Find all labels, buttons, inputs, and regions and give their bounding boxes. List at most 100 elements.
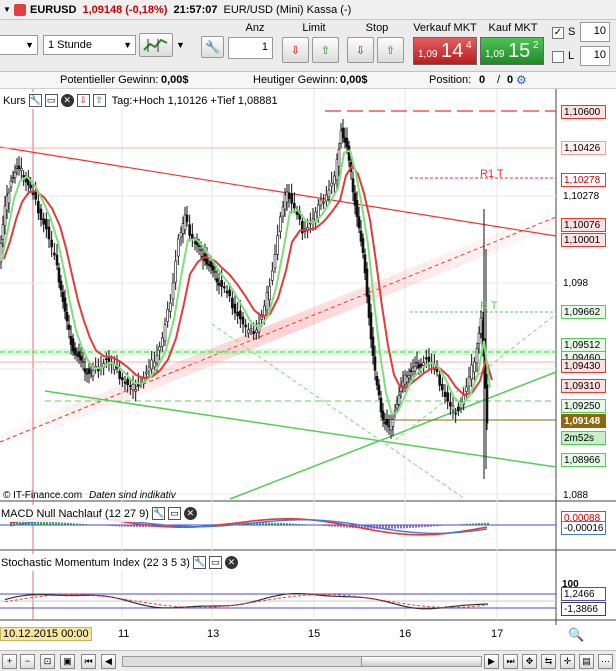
l-value-input[interactable]: 10	[580, 46, 610, 66]
s-label: S	[568, 26, 576, 38]
sell-market-button[interactable]: 1,09 14 4	[413, 37, 477, 65]
price-box-resistance: 1,10600	[561, 105, 606, 119]
buy-arrow-icon[interactable]: ⇧	[92, 94, 106, 107]
price-box-09430: 1,09430	[561, 359, 606, 373]
scroll-end-icon[interactable]: ⏭	[503, 654, 518, 669]
candle-body	[34, 191, 37, 200]
candle-body	[225, 290, 229, 294]
macd-bar	[385, 525, 387, 529]
buy-market-button[interactable]: 1,09 15 2	[480, 37, 544, 65]
candle-body	[205, 257, 209, 265]
zoom-icon[interactable]: 🔍	[568, 627, 584, 643]
main-panel-title: Kurs	[3, 94, 26, 107]
period-select[interactable]: ▼	[0, 35, 38, 55]
close-icon[interactable]: ✕	[224, 556, 238, 569]
candle-body	[231, 297, 234, 309]
price-box-08966: 1,08966	[561, 453, 606, 467]
wrench-icon[interactable]: 🔧	[192, 556, 206, 569]
candle-body	[188, 224, 191, 236]
chevron-down-icon[interactable]: ▼	[176, 40, 185, 50]
candle-body	[322, 201, 325, 204]
close-icon[interactable]: ✕	[183, 507, 197, 520]
candle-body	[311, 218, 315, 223]
zoom-out-icon[interactable]: −	[20, 654, 35, 669]
time-label-17: 17	[491, 628, 504, 640]
settings-gear-icon[interactable]: ⚙	[516, 73, 527, 87]
candle-body	[126, 379, 129, 385]
price-box-r1: 1,10278	[561, 173, 606, 187]
today-profit-label: Heutiger Gewinn:	[253, 74, 338, 86]
candle-body	[357, 216, 361, 229]
settings-button[interactable]: 🔧	[201, 36, 224, 58]
window-icon[interactable]: ▭	[44, 94, 58, 107]
candle-body	[273, 254, 277, 269]
limit-buy-button[interactable]: ⇧	[312, 37, 339, 63]
candle-body	[233, 303, 237, 314]
zoom-reset-icon[interactable]: ⊡	[40, 654, 55, 669]
wrench-icon[interactable]: 🔧	[28, 94, 42, 107]
chart-area[interactable]: 1,10278 1,098 1,088 100 R1 T R T © IT-Fi…	[0, 89, 616, 625]
candle-body	[239, 310, 242, 320]
lock-icon[interactable]: ▤	[579, 654, 594, 669]
stop-buy-button[interactable]: ⇧	[377, 37, 404, 63]
candle-body	[123, 381, 127, 384]
sell-arrow-icon[interactable]: ⇩	[76, 94, 90, 107]
timeframe-select[interactable]: 1 Stunde ▼	[43, 35, 136, 55]
more-icon[interactable]: ⋯	[598, 654, 613, 669]
stop-sell-button[interactable]: ⇩	[347, 37, 374, 63]
candle-body	[381, 410, 385, 421]
candle-body	[413, 366, 417, 372]
window-icon[interactable]: ▭	[167, 507, 181, 520]
candle-body	[425, 357, 428, 360]
candle-body	[287, 192, 291, 199]
stop-sell-icon: ⇩	[355, 44, 366, 57]
limit-checkbox[interactable]	[552, 51, 564, 63]
candle-body	[438, 374, 441, 386]
watermark-text: © IT-Finance.com	[3, 490, 82, 501]
zoom-in-icon[interactable]: +	[2, 654, 17, 669]
day-range-text: Tag:+Hoch 1,10126 +Tief 1,08881	[111, 94, 278, 107]
horizontal-scrollbar[interactable]	[122, 656, 482, 667]
candle-body	[17, 165, 21, 169]
scrollbar-thumb[interactable]	[361, 657, 481, 666]
candle-body	[236, 311, 239, 317]
candle-body	[314, 211, 317, 221]
candle-body	[63, 297, 67, 312]
candle-body	[13, 172, 17, 178]
chart-type-button[interactable]	[139, 33, 173, 57]
axis-label-1088: 1,088	[563, 490, 588, 501]
candle-body	[166, 309, 169, 322]
limit-sell-button[interactable]: ⇩	[282, 37, 309, 63]
auto-scroll-icon[interactable]: ⇆	[541, 654, 556, 669]
quantity-input[interactable]: 1	[228, 37, 273, 59]
bottom-bar: + − ⊡ ▣ ⏮ ◀ ▶ ⏭ ✥ ⇆ ✛ ▤ ⋯	[0, 650, 616, 671]
wrench-icon[interactable]: 🔧	[151, 507, 165, 520]
fit-icon[interactable]: ▣	[60, 654, 75, 669]
close-icon[interactable]: ✕	[60, 94, 74, 107]
chevron-down-icon: ▼	[123, 40, 132, 50]
candle-body	[415, 362, 419, 364]
s-value-input[interactable]: 10	[580, 22, 610, 42]
crosshair-icon[interactable]: ✛	[560, 654, 575, 669]
candle-body	[211, 265, 215, 271]
scroll-start-icon[interactable]: ⏮	[81, 654, 96, 669]
candle-body	[1, 224, 5, 240]
dropdown-arrow-icon[interactable]: ▼	[0, 5, 14, 14]
window-icon[interactable]: ▭	[208, 556, 222, 569]
macd-panel-header: MACD Null Nachlauf (12 27 9) 🔧 ▭ ✕	[0, 505, 197, 522]
scroll-left-icon[interactable]: ◀	[101, 654, 116, 669]
l-label: L	[568, 50, 575, 62]
candle-body	[470, 364, 473, 380]
candle-body	[241, 316, 245, 325]
toolbar: ▼ 1 Stunde ▼ ▼ 🔧 Anz 1 Limit ⇩ ⇧ Stop ⇩ …	[0, 20, 616, 72]
candle-body	[153, 361, 156, 368]
scroll-right-icon[interactable]: ▶	[484, 654, 499, 669]
limit-label: Limit	[302, 22, 326, 34]
candle-body	[209, 261, 213, 268]
main-panel-header: Kurs 🔧 ▭ ✕ ⇩ ⇧ Tag:+Hoch 1,10126 +Tief 1…	[0, 92, 278, 109]
candle-body	[55, 254, 59, 266]
pan-icon[interactable]: ✥	[522, 654, 537, 669]
candle-body	[37, 201, 40, 214]
macd-bar	[391, 525, 393, 529]
stop-checkbox[interactable]: ✓	[552, 27, 564, 39]
